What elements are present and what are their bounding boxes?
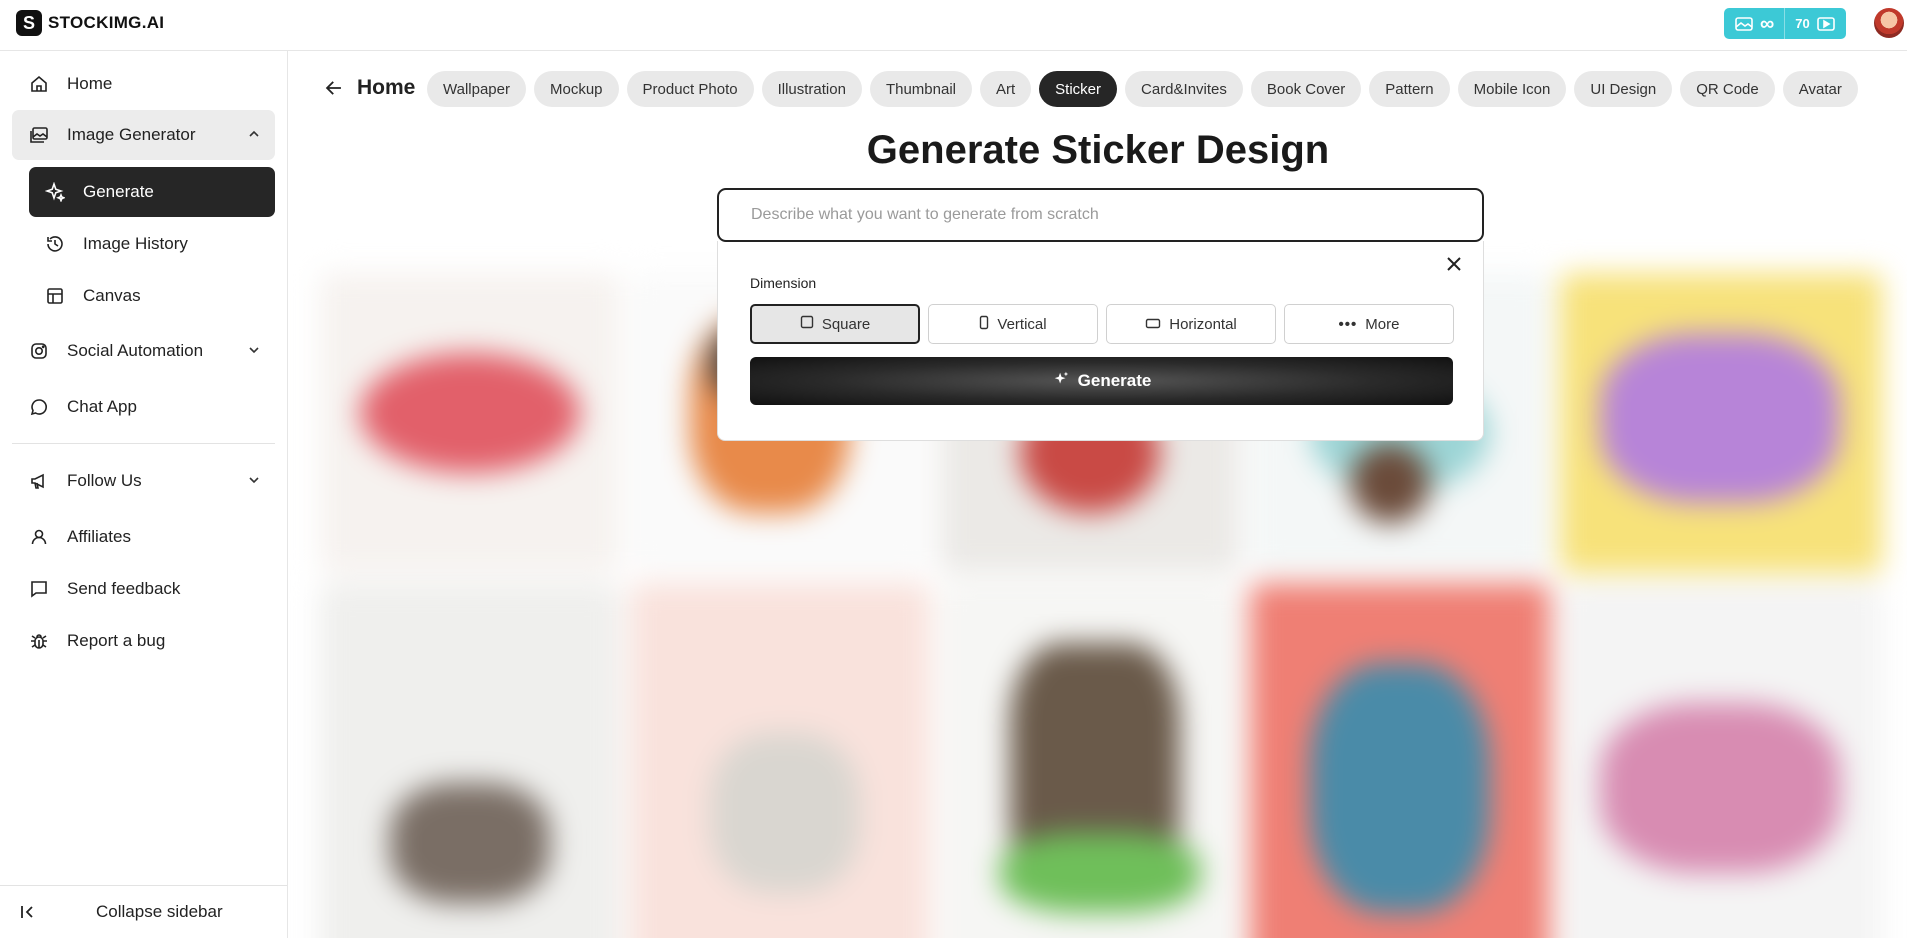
options-panel: Dimension Square Vertical Horizontal •••…	[717, 241, 1484, 441]
collapse-label: Collapse sidebar	[96, 902, 223, 921]
dimension-label-vertical: Vertical	[997, 315, 1047, 333]
category-chip[interactable]: UI Design	[1574, 71, 1673, 107]
sidebar-item-label: Home	[67, 74, 113, 93]
horizontal-icon	[1145, 316, 1161, 333]
sidebar-item-social-automation[interactable]: Social Automation	[12, 326, 275, 376]
category-chip[interactable]: Mobile Icon	[1457, 71, 1567, 107]
dimension-vertical-button[interactable]: Vertical	[928, 304, 1098, 344]
sidebar-item-chat-app[interactable]: Chat App	[12, 382, 275, 432]
category-chip[interactable]: Product Photo	[626, 71, 754, 107]
arrow-left-icon	[321, 75, 347, 101]
image-credits-value: ∞	[1760, 12, 1775, 35]
chevron-down-icon	[247, 343, 261, 360]
generate-label: Generate	[1077, 371, 1152, 390]
sidebar-item-affiliates[interactable]: Affiliates	[12, 512, 275, 562]
sidebar-item-send-feedback[interactable]: Send feedback	[12, 564, 275, 614]
category-chip[interactable]: Avatar	[1782, 71, 1858, 107]
sidebar-divider	[12, 443, 275, 444]
sidebar-item-label: Follow Us	[67, 471, 142, 490]
image-icon	[1734, 14, 1754, 34]
chevron-up-icon	[247, 127, 261, 144]
logo-text: STOCKIMG.AI	[48, 13, 165, 32]
top-bar: S STOCKIMG.AI ∞ 70	[0, 0, 1907, 51]
dimension-label-more: More	[1365, 315, 1400, 333]
dimension-options: Square Vertical Horizontal ••• More	[750, 304, 1454, 344]
main-content: Home rWallpaperMockupProduct PhotoIllust…	[289, 51, 1907, 938]
category-chip[interactable]: Pattern	[1369, 71, 1450, 107]
bug-icon	[29, 631, 49, 651]
category-chip[interactable]: Sticker	[1039, 71, 1118, 107]
sidebar: Home Image Generator Generate Image Hist…	[0, 51, 288, 938]
dimension-horizontal-button[interactable]: Horizontal	[1106, 304, 1276, 344]
close-icon[interactable]	[1443, 253, 1465, 275]
category-chip[interactable]: Illustration	[761, 71, 862, 107]
collapse-icon	[18, 902, 38, 922]
category-chips: rWallpaperMockupProduct PhotoIllustratio…	[422, 71, 1907, 107]
logo[interactable]: S STOCKIMG.AI	[16, 10, 164, 36]
dimension-label: Dimension	[750, 275, 817, 291]
category-chip[interactable]: Card&Invites	[1125, 71, 1243, 107]
sidebar-item-label: Report a bug	[67, 631, 166, 650]
dimension-label-square: Square	[821, 315, 871, 333]
history-icon	[45, 234, 65, 254]
logo-mark: S	[16, 10, 42, 36]
canvas-icon	[45, 286, 65, 306]
sidebar-item-label: Social Automation	[67, 341, 204, 360]
back-label: Home	[357, 76, 416, 99]
chat-icon	[29, 397, 49, 417]
sidebar-item-report-bug[interactable]: Report a bug	[12, 616, 275, 666]
sidebar-item-label: Canvas	[83, 286, 141, 305]
category-chip[interactable]: Book Cover	[1250, 71, 1362, 107]
prompt-field[interactable]	[717, 188, 1484, 242]
category-chip[interactable]: Mockup	[533, 71, 619, 107]
sidebar-item-image-history[interactable]: Image History	[29, 219, 275, 269]
sidebar-item-image-generator[interactable]: Image Generator	[12, 110, 275, 160]
vertical-icon	[979, 315, 989, 334]
dimension-more-button[interactable]: ••• More	[1284, 304, 1454, 344]
feedback-icon	[29, 579, 49, 599]
category-chip[interactable]: Art	[980, 71, 1032, 107]
sidebar-item-label: Affiliates	[67, 527, 131, 546]
credits-widget[interactable]: ∞ 70	[1724, 8, 1846, 39]
sidebar-item-follow-us[interactable]: Follow Us	[12, 456, 275, 506]
avatar[interactable]	[1874, 8, 1904, 38]
square-icon	[800, 315, 814, 333]
prompt-input[interactable]	[751, 206, 1451, 224]
sidebar-item-label: Send feedback	[67, 579, 181, 598]
sidebar-item-home[interactable]: Home	[12, 59, 275, 109]
images-icon	[29, 125, 49, 145]
back-home-button[interactable]: Home	[321, 75, 415, 101]
video-credits-value: 70	[1795, 16, 1810, 31]
dimension-square-button[interactable]: Square	[750, 304, 920, 344]
sidebar-item-label: Chat App	[67, 397, 137, 416]
home-icon	[29, 74, 49, 94]
megaphone-icon	[29, 471, 49, 491]
more-dots-icon: •••	[1338, 315, 1358, 333]
video-icon	[1816, 14, 1836, 34]
video-credits[interactable]: 70	[1784, 8, 1846, 39]
category-chip[interactable]: Wallpaper	[427, 71, 526, 107]
sidebar-item-label: Image Generator	[67, 125, 196, 144]
instagram-icon	[29, 341, 49, 361]
image-credits[interactable]: ∞	[1724, 8, 1785, 39]
category-chip[interactable]: QR Code	[1680, 71, 1775, 107]
page-title: Generate Sticker Design	[866, 128, 1330, 172]
sidebar-item-label: Generate	[83, 182, 154, 201]
dimension-label-horizontal: Horizontal	[1169, 315, 1237, 333]
chevron-down-icon	[247, 473, 261, 490]
category-chip[interactable]: Thumbnail	[869, 71, 972, 107]
sidebar-item-label: Image History	[83, 234, 188, 253]
sidebar-item-generate[interactable]: Generate	[29, 167, 275, 217]
sparkles-icon	[1052, 370, 1070, 393]
user-icon	[29, 527, 49, 547]
collapse-sidebar-button[interactable]: Collapse sidebar	[0, 885, 287, 938]
generate-button[interactable]: Generate	[750, 357, 1453, 405]
sparkles-icon	[45, 182, 65, 202]
sidebar-item-canvas[interactable]: Canvas	[29, 271, 275, 321]
